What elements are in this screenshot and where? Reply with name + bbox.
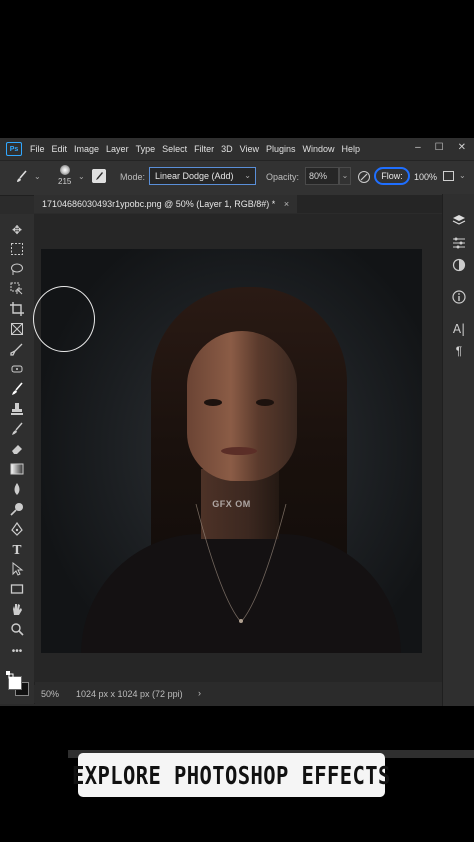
brush-preset-icon[interactable] (60, 165, 70, 175)
brush-settings-icon[interactable] (92, 169, 106, 183)
menu-layer[interactable]: Layer (106, 144, 129, 154)
maximize-icon[interactable]: ☐ (435, 142, 444, 153)
chevron-down-icon[interactable]: ⌄ (34, 172, 41, 181)
default-colors-icon[interactable] (6, 666, 14, 679)
document-tab-bar: 17104686030493r1ypobc.png @ 50% (Layer 1… (34, 195, 442, 213)
blend-mode-select[interactable]: Linear Dodge (Add) ⌄ (149, 167, 256, 185)
menu-help[interactable]: Help (342, 144, 361, 154)
canvas-area[interactable]: GFX OM (34, 214, 474, 758)
blur-icon[interactable] (9, 482, 25, 498)
menu-image[interactable]: Image (74, 144, 99, 154)
crop-icon[interactable] (9, 302, 25, 318)
eyedropper-icon[interactable] (9, 342, 25, 358)
path-select-icon[interactable] (9, 561, 25, 578)
chevron-down-icon[interactable]: ⌄ (459, 171, 466, 180)
photo-eye-right (256, 399, 274, 406)
tab-close-icon[interactable]: × (284, 199, 289, 209)
chevron-down-icon: ⌄ (244, 171, 251, 180)
tools-panel: ✥ T ••• (0, 214, 35, 704)
zoom-icon[interactable] (9, 622, 25, 638)
spot-healing-icon[interactable] (9, 362, 25, 378)
menu-bar: Ps File Edit Image Layer Type Select Fil… (0, 138, 474, 160)
paragraph-icon[interactable]: ¶ (452, 344, 466, 358)
color-swatches[interactable] (6, 671, 29, 698)
pen-icon[interactable] (9, 521, 25, 538)
menu-window[interactable]: Window (303, 144, 335, 154)
eraser-icon[interactable] (9, 442, 25, 458)
info-icon[interactable] (452, 290, 466, 304)
dodge-icon[interactable] (9, 502, 25, 518)
status-bar: 50% 1024 px x 1024 px (72 ppi) › (34, 685, 442, 703)
brush-size-value: 215 (58, 177, 72, 186)
adjustments-icon[interactable] (452, 236, 466, 250)
watermark-text: GFX OM (212, 499, 251, 509)
brush-cursor (33, 286, 95, 352)
photoshop-window: Ps File Edit Image Layer Type Select Fil… (0, 138, 474, 758)
object-select-icon[interactable] (9, 282, 25, 298)
menu-3d[interactable]: 3D (221, 144, 233, 154)
airbrush-icon[interactable] (443, 171, 454, 181)
status-menu-arrow[interactable]: › (198, 688, 201, 698)
marquee-icon[interactable] (9, 242, 25, 258)
opacity-dropdown-icon[interactable]: ⌄ (339, 167, 351, 185)
more-tools-icon[interactable]: ••• (9, 644, 25, 660)
brush-icon[interactable] (9, 382, 25, 398)
right-panel-dock: A| ¶ (442, 194, 474, 706)
caption-text: EXPLORE PHOTOSHOP EFFECTS (72, 760, 391, 790)
window-controls: – ☐ ✕ (415, 142, 466, 153)
move-icon[interactable]: ✥ (9, 222, 25, 238)
history-brush-icon[interactable] (9, 422, 25, 438)
document-tab-title: 17104686030493r1ypobc.png @ 50% (Layer 1… (42, 199, 276, 209)
close-icon[interactable]: ✕ (458, 142, 466, 153)
hand-icon[interactable] (9, 602, 25, 618)
type-icon[interactable]: T (9, 542, 25, 558)
photo-face (187, 331, 297, 481)
menu-file[interactable]: File (30, 144, 45, 154)
menu-plugins[interactable]: Plugins (266, 144, 296, 154)
character-icon[interactable]: A| (452, 322, 466, 336)
flow-value[interactable]: 100% (414, 172, 437, 182)
rectangle-icon[interactable] (9, 582, 25, 598)
flow-label-highlighted[interactable]: Flow: (374, 167, 410, 185)
document-tab[interactable]: 17104686030493r1ypobc.png @ 50% (Layer 1… (34, 195, 298, 213)
portrait-image[interactable]: GFX OM (41, 249, 422, 653)
layers-icon[interactable] (452, 214, 466, 228)
photoshop-logo: Ps (6, 142, 22, 156)
menu-filter[interactable]: Filter (194, 144, 214, 154)
zoom-level[interactable]: 50% (41, 689, 59, 699)
brush-tool-icon[interactable] (14, 170, 28, 184)
stamp-icon[interactable] (9, 402, 25, 418)
menu-view[interactable]: View (240, 144, 259, 154)
caption-banner: EXPLORE PHOTOSHOP EFFECTS (72, 753, 391, 797)
chevron-down-icon[interactable]: ⌄ (78, 172, 85, 181)
gradient-icon[interactable] (9, 462, 25, 478)
mode-label: Mode: (120, 172, 146, 182)
menu-edit[interactable]: Edit (52, 144, 68, 154)
channels-icon[interactable] (452, 258, 466, 272)
photo-necklace (195, 504, 287, 623)
blend-mode-value: Linear Dodge (Add) (155, 171, 234, 181)
document-info: 1024 px x 1024 px (72 ppi) (76, 689, 183, 699)
minimize-icon[interactable]: – (415, 142, 421, 153)
photo-mouth (221, 447, 257, 455)
pressure-opacity-icon[interactable] (357, 170, 371, 184)
menu-type[interactable]: Type (136, 144, 156, 154)
frame-icon[interactable] (9, 322, 25, 338)
photo-eye-left (204, 399, 222, 406)
lasso-icon[interactable] (9, 262, 25, 278)
opacity-input[interactable]: 80% (305, 167, 339, 185)
options-bar: ⌄ 215 ⌄ Mode: Linear Dodge (Add) ⌄ Opaci… (0, 160, 474, 196)
opacity-label: Opacity: (266, 172, 300, 182)
menu-select[interactable]: Select (162, 144, 187, 154)
